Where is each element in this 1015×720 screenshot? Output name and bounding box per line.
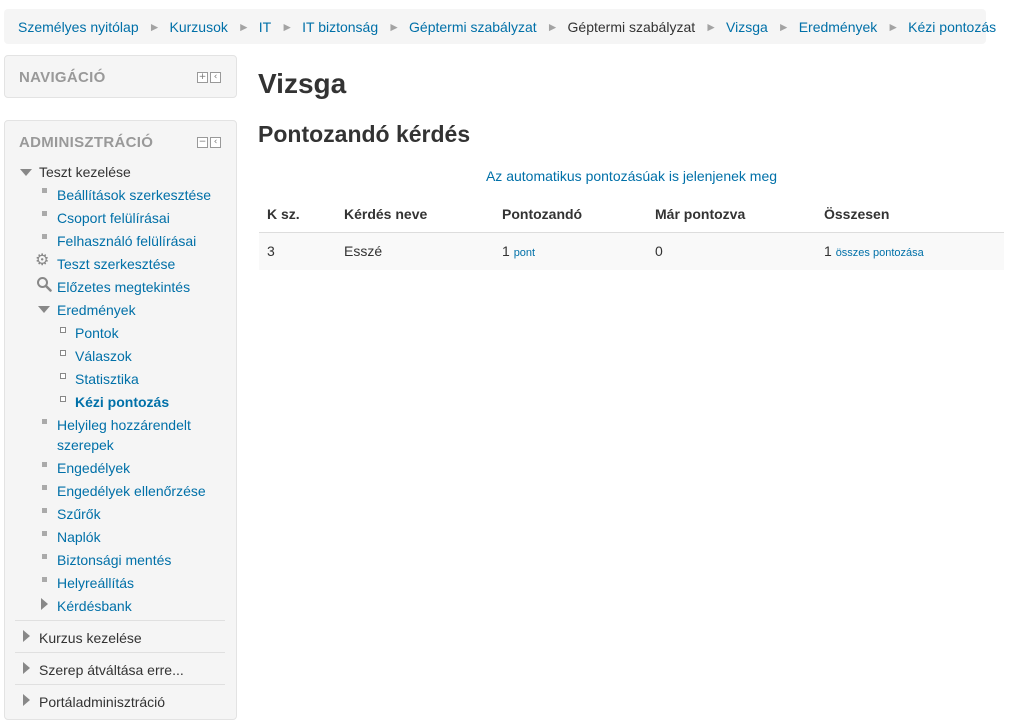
bullet-icon (42, 554, 47, 559)
bullet-icon (60, 373, 66, 379)
tree-item-local-roles[interactable]: Helyileg hozzárendelt (57, 417, 191, 433)
magnifier-icon (37, 277, 52, 292)
tree-item-results[interactable]: Eredmények (57, 302, 136, 318)
collapsed-arrow-icon[interactable] (23, 662, 30, 674)
breadcrumb-item-it-security[interactable]: IT biztonság (302, 19, 378, 35)
bullet-icon (42, 508, 47, 513)
tree-item-permissions[interactable]: Engedélyek (57, 460, 130, 476)
navigation-block-title[interactable]: NAVIGÁCIÓ (19, 69, 106, 86)
column-header-question-name: Kérdés neve (336, 196, 494, 233)
breadcrumb-separator-icon: ► (546, 19, 559, 34)
breadcrumb-separator-icon: ► (148, 19, 161, 34)
bullet-icon (42, 485, 47, 490)
administration-block: ADMINISZTRÁCIÓ − ‹ Teszt kezelése Beállí… (4, 120, 237, 720)
column-header-total: Összesen (816, 196, 1004, 233)
expand-block-icon[interactable]: + (197, 72, 208, 83)
tree-item-local-roles-line2[interactable]: szerepek (57, 437, 114, 453)
column-header-already-graded: Már pontozva (647, 196, 816, 233)
cell-already-graded: 0 (647, 232, 816, 270)
cell-slot: 3 (259, 232, 336, 270)
breadcrumb-item-quiz[interactable]: Vizsga (726, 19, 768, 35)
bullet-icon (60, 396, 66, 402)
tree-item-edit-quiz[interactable]: Teszt szerkesztése (57, 256, 175, 272)
breadcrumb-item-section: Géptermi szabályzat (567, 18, 696, 35)
tree-item-logs[interactable]: Naplók (57, 529, 101, 545)
cell-question-name: Esszé (336, 232, 494, 270)
divider (15, 652, 225, 653)
administration-block-title[interactable]: ADMINISZTRÁCIÓ (19, 134, 153, 151)
tree-site-administration[interactable]: Portáladminisztráció (39, 694, 165, 710)
tree-switch-role[interactable]: Szerep átváltása erre... (39, 662, 184, 678)
gear-icon: ⚙ (35, 252, 50, 269)
breadcrumb-separator-icon: ► (281, 19, 294, 34)
collapsed-arrow-icon[interactable] (23, 694, 30, 706)
tree-item-restore[interactable]: Helyreállítás (57, 575, 134, 591)
bullet-icon (60, 350, 66, 356)
tree-item-settings[interactable]: Beállítások szerkesztése (57, 187, 211, 203)
section-title: Pontozandó kérdés (258, 121, 471, 147)
grade-link[interactable]: pont (514, 247, 535, 259)
navigation-block: NAVIGÁCIÓ + ‹ (4, 55, 237, 98)
breadcrumb-item-dashboard[interactable]: Személyes nyitólap (18, 19, 139, 35)
breadcrumb-item-course[interactable]: Géptermi szabályzat (409, 19, 537, 35)
bullet-icon (42, 462, 47, 467)
column-header-slot: K sz. (259, 196, 336, 233)
tree-item-user-overrides[interactable]: Felhasználó felülírásai (57, 233, 196, 249)
breadcrumb-separator-icon: ► (237, 19, 250, 34)
bullet-icon (42, 234, 47, 239)
total-count: 1 (824, 243, 832, 260)
questions-to-grade-table: K sz. Kérdés neve Pontozandó Már pontozv… (259, 196, 1004, 270)
tree-course-administration[interactable]: Kurzus kezelése (39, 630, 142, 646)
breadcrumb-item-it[interactable]: IT (259, 19, 271, 35)
block-controls: − ‹ (197, 137, 221, 148)
grade-all-link[interactable]: összes pontozása (836, 247, 924, 259)
breadcrumb-item-courses[interactable]: Kurzusok (170, 19, 228, 35)
bullet-icon (42, 531, 47, 536)
tree-item-grades[interactable]: Pontok (75, 325, 119, 341)
to-grade-count: 1 (502, 243, 510, 260)
tree-quiz-administration[interactable]: Teszt kezelése (39, 164, 131, 180)
tree-item-backup[interactable]: Biztonsági mentés (57, 552, 171, 568)
tree-item-check-permissions[interactable]: Engedélyek ellenőrzése (57, 483, 206, 499)
page-title: Vizsga (258, 68, 347, 99)
show-auto-graded-link[interactable]: Az automatikus pontozásúak is jelenjenek… (486, 168, 777, 184)
divider (15, 684, 225, 685)
column-header-to-grade: Pontozandó (494, 196, 647, 233)
breadcrumb-item-results[interactable]: Eredmények (799, 19, 878, 35)
collapsed-arrow-icon[interactable] (23, 630, 30, 642)
tree-item-responses[interactable]: Válaszok (75, 348, 132, 364)
tree-item-question-bank[interactable]: Kérdésbank (57, 598, 132, 614)
bullet-icon (42, 211, 47, 216)
table-row: 3 Esszé 1 pont 0 1 összes pontozása (259, 232, 1004, 270)
expanded-arrow-icon[interactable] (20, 169, 32, 176)
dock-block-icon[interactable]: ‹ (210, 72, 221, 83)
breadcrumb-item-manual-grading[interactable]: Kézi pontozás (908, 19, 996, 35)
collapsed-arrow-icon[interactable] (41, 598, 48, 610)
tree-item-group-overrides[interactable]: Csoport felülírásai (57, 210, 170, 226)
breadcrumb-separator-icon: ► (705, 19, 718, 34)
breadcrumb-separator-icon: ► (777, 19, 790, 34)
collapse-block-icon[interactable]: − (197, 137, 208, 148)
cell-to-grade: 1 pont (494, 232, 647, 270)
dock-block-icon[interactable]: ‹ (210, 137, 221, 148)
tree-item-manual-grading[interactable]: Kézi pontozás (75, 394, 169, 410)
show-auto-graded-container: Az automatikus pontozásúak is jelenjenek… (259, 168, 1004, 184)
bullet-icon (60, 327, 66, 333)
cell-total: 1 összes pontozása (816, 232, 1004, 270)
block-controls: + ‹ (197, 72, 221, 83)
tree-item-statistics[interactable]: Statisztika (75, 371, 139, 387)
bullet-icon (42, 419, 47, 424)
table-header-row: K sz. Kérdés neve Pontozandó Már pontozv… (259, 196, 1004, 233)
breadcrumb-separator-icon: ► (887, 19, 900, 34)
bullet-icon (42, 577, 47, 582)
expanded-arrow-icon[interactable] (38, 306, 50, 313)
bullet-icon (42, 188, 47, 193)
breadcrumb-separator-icon: ► (388, 19, 401, 34)
tree-item-preview[interactable]: Előzetes megtekintés (57, 279, 190, 295)
breadcrumb: Személyes nyitólap ► Kurzusok ► IT ► IT … (4, 9, 996, 44)
divider (15, 620, 225, 621)
tree-item-filters[interactable]: Szűrők (57, 506, 101, 522)
